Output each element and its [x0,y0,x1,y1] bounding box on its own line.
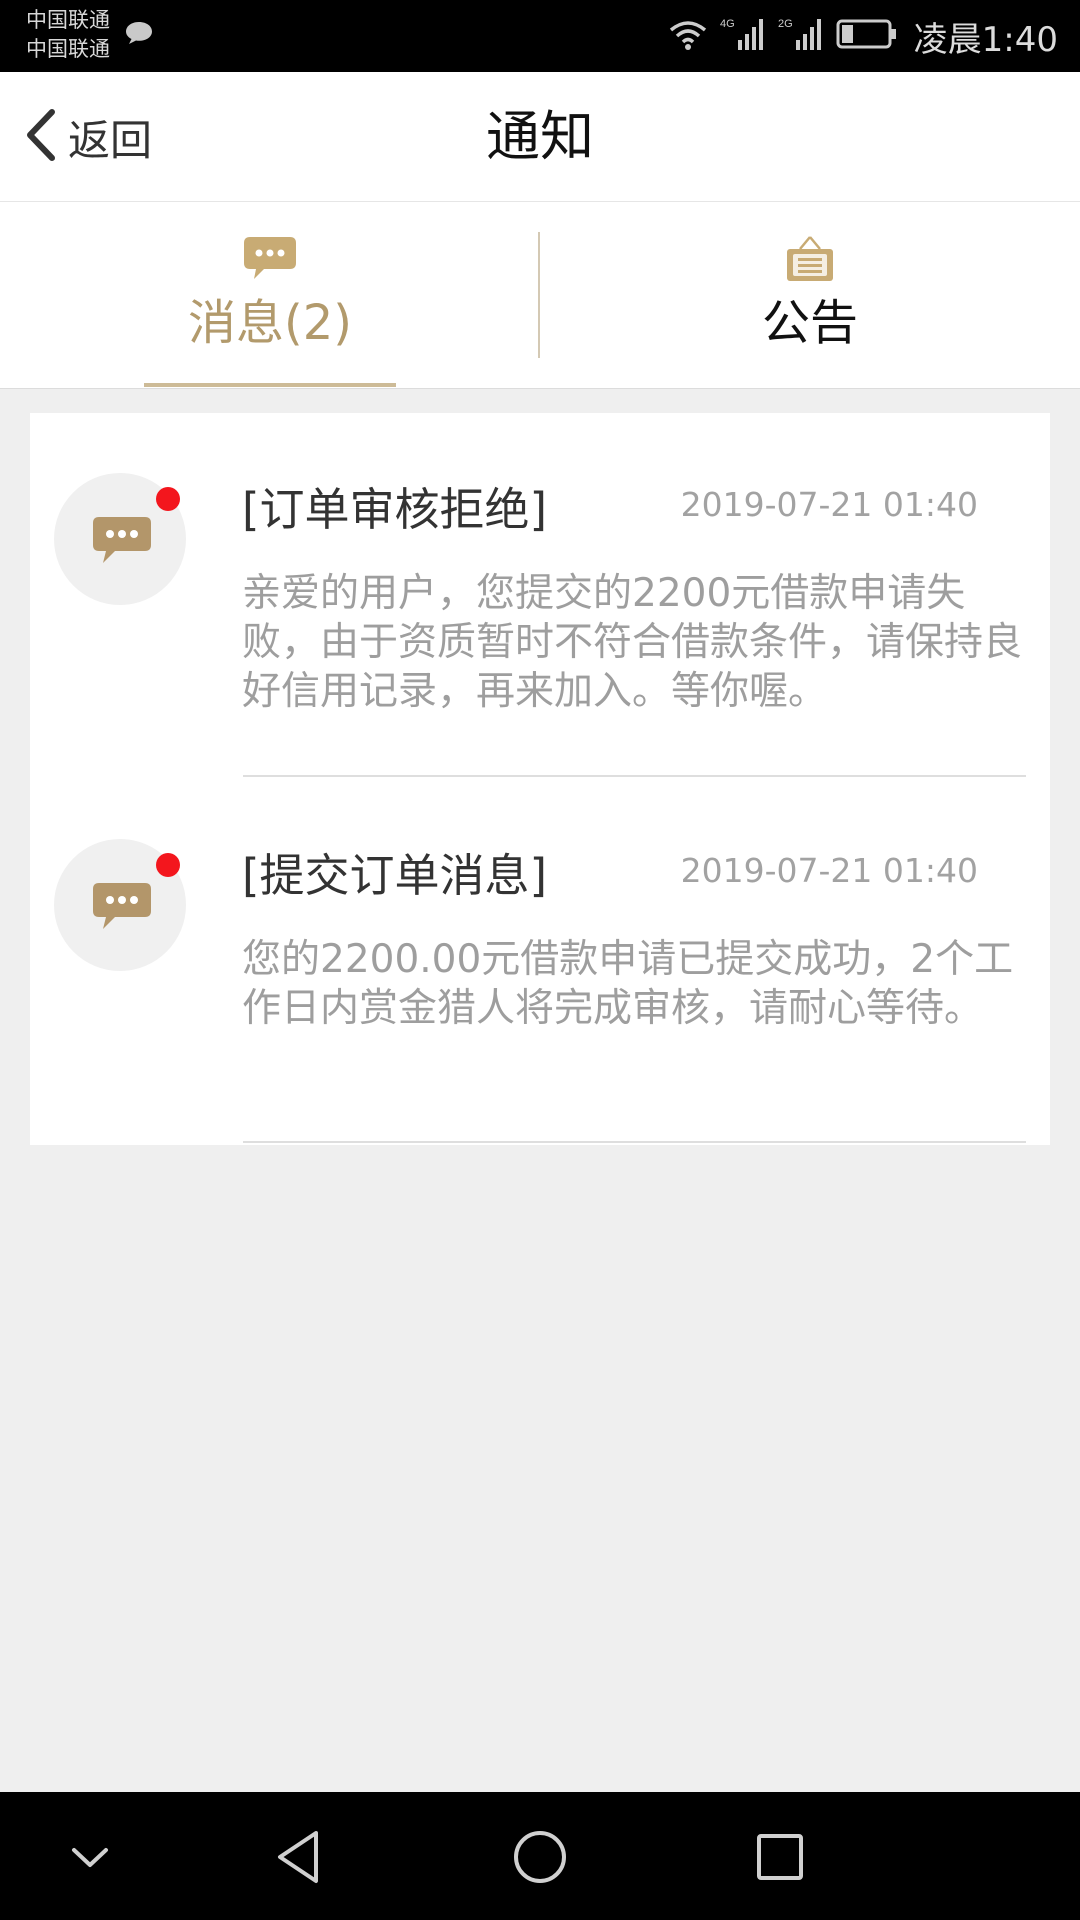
unread-dot [156,853,180,877]
active-tab-indicator [144,383,396,387]
message-list: [订单审核拒绝] 2019-07-21 01:40 亲爱的用户，您提交的2200… [30,413,1050,1145]
tab-messages[interactable]: 消息(2) [0,202,540,388]
signal-icon-1: 4G [720,16,766,56]
message-bubble-icon [242,235,298,285]
system-nav-bar [0,1792,1080,1920]
message-time: 2019-07-21 01:40 [680,851,978,890]
carrier-labels: 中国联通 中国联通 [26,6,110,64]
nav-header: 返回 通知 [0,72,1080,202]
carrier-1: 中国联通 [26,8,110,32]
home-circle-icon[interactable] [505,1822,575,1892]
message-body: 亲爱的用户，您提交的2200元借款申请失败，由于资质暂时不符合借款条件，请保持良… [242,571,1023,714]
message-item[interactable]: [提交订单消息] 2019-07-21 01:40 您的2200.00元借款申请… [30,779,1050,1145]
tab-bar: 消息(2) 公告 [0,202,1080,389]
back-triangle-icon[interactable] [264,1822,334,1892]
divider [243,775,1026,777]
net-1-label: 4G [720,18,735,30]
page-title: 通知 [486,105,594,168]
unread-dot [156,487,180,511]
chat-bubble-icon [93,883,151,929]
message-body: 您的2200.00元借款申请已提交成功，2个工作日内赏金猎人将完成审核，请耐心等… [242,937,1014,1031]
announcement-board-icon [784,235,836,287]
chevron-down-icon[interactable] [55,1822,125,1892]
carrier-2: 中国联通 [26,37,110,61]
tab-announcements-label: 公告 [761,295,858,351]
chat-bubble-icon [93,517,151,563]
wifi-icon [668,18,708,54]
recents-square-icon[interactable] [745,1822,815,1892]
chat-bubble-icon [124,20,154,50]
message-item[interactable]: [订单审核拒绝] 2019-07-21 01:40 亲爱的用户，您提交的2200… [30,413,1050,779]
signal-icon-2: 2G [778,16,824,56]
clock: 凌晨1:40 [913,19,1058,60]
tab-announcements[interactable]: 公告 [540,202,1080,388]
message-time: 2019-07-21 01:40 [680,485,978,524]
status-bar: 中国联通 中国联通 4G 2G 凌晨1:40 [0,0,1080,72]
message-title: [订单审核拒绝] [242,483,548,536]
net-2-label: 2G [778,18,793,30]
message-title: [提交订单消息] [242,849,548,902]
tab-messages-label: 消息(2) [188,295,352,351]
battery-icon [836,18,898,54]
divider [243,1141,1026,1143]
